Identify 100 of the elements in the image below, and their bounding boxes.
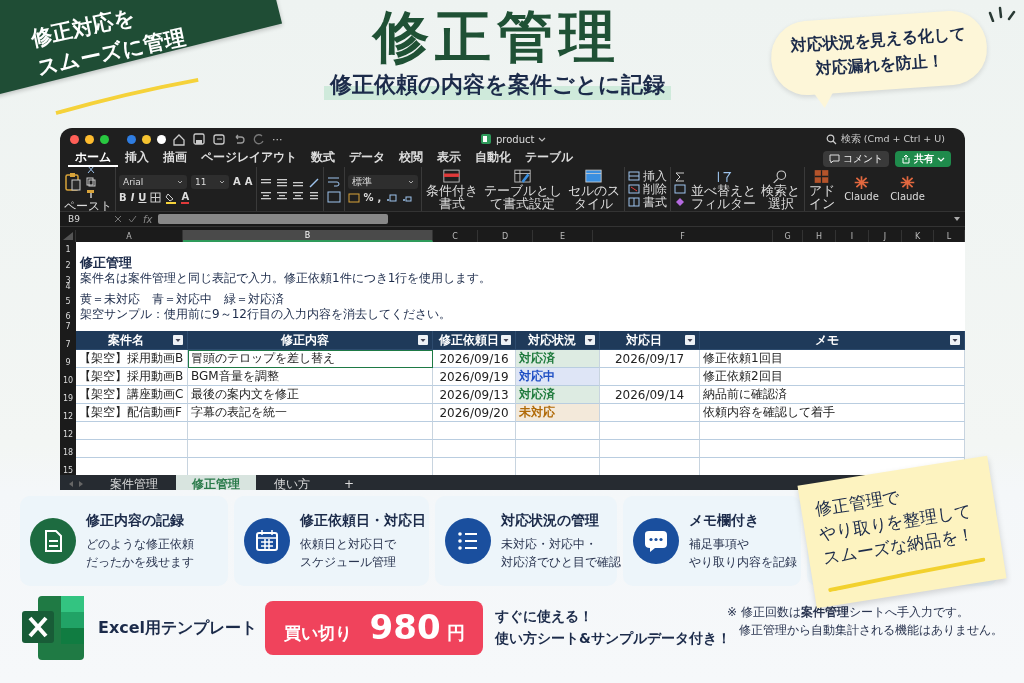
menu-tab[interactable]: ホーム [68, 150, 118, 167]
align-left-icon[interactable] [259, 190, 272, 201]
filter-button[interactable] [173, 335, 183, 345]
filter-button[interactable] [950, 335, 960, 345]
share-sheet-icon[interactable] [212, 132, 226, 146]
formula-field[interactable] [158, 214, 389, 224]
table-cell: 修正依頼1回目 [700, 350, 965, 368]
starburst-icon[interactable] [853, 175, 870, 190]
cancel-icon [114, 215, 122, 223]
sheet-tab[interactable]: 修正管理 [176, 475, 256, 490]
column-header[interactable]: B [183, 230, 433, 242]
align-center-icon[interactable] [275, 190, 288, 201]
redo-icon[interactable] [252, 132, 266, 146]
orientation-icon[interactable] [307, 177, 320, 188]
merge-cells-icon[interactable] [326, 190, 341, 203]
search-icon[interactable] [772, 168, 789, 184]
cut-icon[interactable] [86, 167, 96, 175]
ribbon-command[interactable]: Claude [887, 190, 928, 203]
chevron-down-icon[interactable] [538, 135, 547, 143]
menu-tab[interactable]: 校閲 [392, 150, 430, 167]
share-button[interactable]: 共有 [895, 150, 951, 167]
search-field[interactable]: 検索 (Cmd + Ctrl + U) [840, 133, 945, 146]
file-name[interactable]: product [496, 133, 535, 145]
copy-icon[interactable] [86, 177, 96, 187]
table-format-icon[interactable] [514, 168, 531, 184]
menu-tab[interactable]: データ [342, 150, 392, 167]
minimize-button[interactable] [85, 134, 94, 144]
font-color-button[interactable]: A [181, 191, 190, 204]
menu-tab[interactable]: 自動化 [468, 150, 518, 167]
starburst-icon[interactable] [899, 175, 916, 190]
spreadsheet-logo-icon [22, 594, 86, 662]
paste-icon[interactable] [64, 172, 82, 192]
align-right-icon[interactable] [291, 190, 304, 201]
percent-button[interactable]: % [363, 192, 374, 203]
more-button[interactable]: ··· [272, 132, 283, 146]
ribbon-command[interactable]: 挿入 [642, 169, 667, 183]
shrink-font-button[interactable]: A [244, 176, 253, 187]
indent-icon[interactable] [307, 190, 320, 201]
expand-icon[interactable] [953, 216, 961, 222]
ribbon-command[interactable]: テーブルとして書式設定 [482, 183, 563, 210]
format-button[interactable]: I [130, 192, 135, 203]
sheet-tab[interactable]: 案件管理 [94, 475, 174, 490]
previous-icon[interactable] [68, 480, 74, 488]
row-number: 2 [60, 255, 76, 271]
accent-lines-icon [988, 6, 1016, 22]
add-in-icon[interactable] [813, 168, 830, 184]
filter-button[interactable] [685, 335, 695, 345]
ribbon-command[interactable]: アドイン [807, 183, 836, 210]
table-cell: 依頼内容を確認して着手 [700, 404, 965, 422]
borders-icon[interactable] [150, 192, 162, 203]
menu-tab[interactable]: 描画 [156, 150, 194, 167]
wrap-text-icon[interactable] [326, 175, 341, 188]
next-icon[interactable] [78, 480, 84, 488]
font-size-select[interactable]: 11 [191, 174, 229, 189]
format-button[interactable]: B [119, 192, 127, 203]
align-middle-icon[interactable] [275, 177, 288, 188]
font-select[interactable]: Arial [119, 174, 187, 189]
name-box[interactable]: B9 [64, 214, 108, 224]
sheet-note: 黄＝未対応 青＝対応中 緑＝対応済 [80, 291, 284, 308]
sum-icon[interactable] [673, 172, 686, 182]
feature-title: 修正内容の記録 [86, 511, 185, 530]
ribbon-command[interactable]: セルのスタイル [566, 183, 621, 210]
decimal-increase-icon[interactable] [385, 192, 398, 203]
fill-color-icon[interactable] [165, 191, 178, 204]
currency-icon[interactable] [347, 192, 360, 203]
add-sheet-button[interactable]: + [328, 475, 371, 490]
menu-tab[interactable]: ページレイアウト [194, 150, 304, 167]
filter-button[interactable] [418, 335, 428, 345]
ribbon-command[interactable]: 書式 [642, 195, 667, 209]
menu-tab[interactable]: 数式 [304, 150, 342, 167]
menu-tab[interactable]: 挿入 [118, 150, 156, 167]
ribbon-command[interactable]: Claude [841, 190, 882, 203]
home-icon[interactable] [172, 132, 186, 146]
format-button[interactable]: U [138, 192, 147, 203]
ribbon-command[interactable]: 条件付き書式 [424, 183, 479, 210]
sheet-tab[interactable]: 使い方 [258, 475, 326, 490]
menu-tab[interactable]: 表示 [430, 150, 468, 167]
ribbon-command[interactable]: 並べ替えとフィルター [689, 183, 757, 210]
number-format-select[interactable]: 標準 [347, 175, 418, 189]
save-icon[interactable] [192, 132, 206, 146]
grow-font-button[interactable]: A [233, 176, 241, 187]
comment-button[interactable]: コメント [823, 150, 889, 167]
close-button[interactable] [70, 134, 79, 144]
format-painter-icon[interactable] [86, 189, 96, 199]
table-cell: 【架空】配信動画F [76, 404, 188, 422]
cell-styles-icon[interactable] [585, 168, 602, 184]
filter-button[interactable] [501, 335, 511, 345]
filter-button[interactable] [585, 335, 595, 345]
fill-icon[interactable] [673, 184, 686, 194]
menu-tab[interactable]: テーブル [518, 150, 580, 167]
document-icon [30, 518, 76, 564]
conditional-format-icon[interactable] [443, 168, 460, 184]
status-cell: 対応済 [516, 386, 600, 404]
cell-format-icon [627, 197, 640, 207]
ribbon-command[interactable]: 削除 [642, 182, 667, 196]
ribbon-command[interactable]: 検索と選択 [760, 183, 801, 210]
function-button[interactable]: fx [143, 213, 153, 225]
zoom-button[interactable] [100, 134, 109, 144]
row-number: 19 [60, 386, 76, 404]
comma-button[interactable]: , [377, 192, 382, 203]
